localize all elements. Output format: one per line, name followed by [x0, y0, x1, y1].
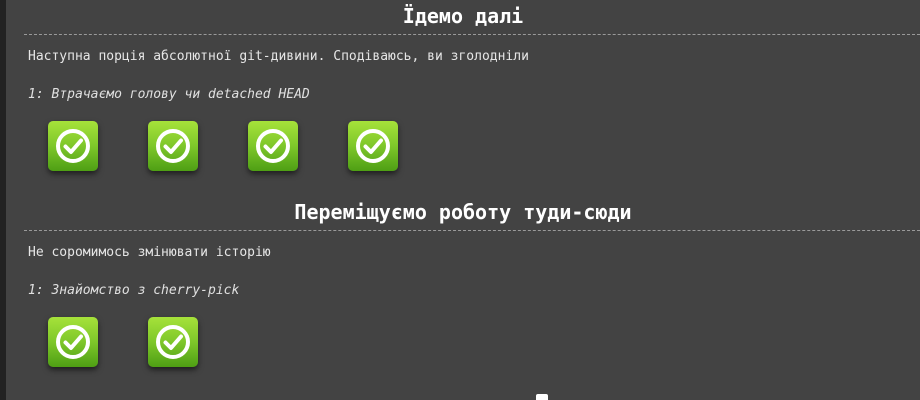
level-button-4[interactable] — [348, 121, 398, 171]
section-description: Не соромимось змінювати історію — [28, 245, 271, 260]
section-title: Переміщуємо роботу туди-сюди — [294, 200, 632, 224]
section-divider — [24, 230, 920, 231]
check-circle-icon — [256, 129, 290, 163]
level-select-page: Їдемо далі Наступна порція абсолютної gi… — [0, 0, 920, 400]
section-moving-work-around: Переміщуємо роботу туди-сюди Не соромимо… — [6, 196, 920, 373]
section-moving-on: Їдемо далі Наступна порція абсолютної gi… — [6, 0, 920, 177]
level-row — [48, 121, 920, 177]
level-button-2[interactable] — [148, 317, 198, 367]
section-divider — [24, 34, 920, 35]
subsection-title: 1: Втрачаємо голову чи detached HEAD — [28, 87, 310, 102]
level-button-2[interactable] — [148, 121, 198, 171]
next-section-title-peek — [536, 394, 548, 400]
check-circle-icon — [56, 325, 90, 359]
section-title: Їдемо далі — [402, 4, 524, 28]
subsection-title: 1: Знайомство з cherry-pick — [28, 283, 240, 298]
level-button-1[interactable] — [48, 317, 98, 367]
level-button-3[interactable] — [248, 121, 298, 171]
check-circle-icon — [156, 129, 190, 163]
section-description: Наступна порція абсолютної git-дивини. С… — [28, 49, 529, 64]
check-circle-icon — [356, 129, 390, 163]
check-circle-icon — [56, 129, 90, 163]
level-row — [48, 317, 920, 373]
level-button-1[interactable] — [48, 121, 98, 171]
check-circle-icon — [156, 325, 190, 359]
